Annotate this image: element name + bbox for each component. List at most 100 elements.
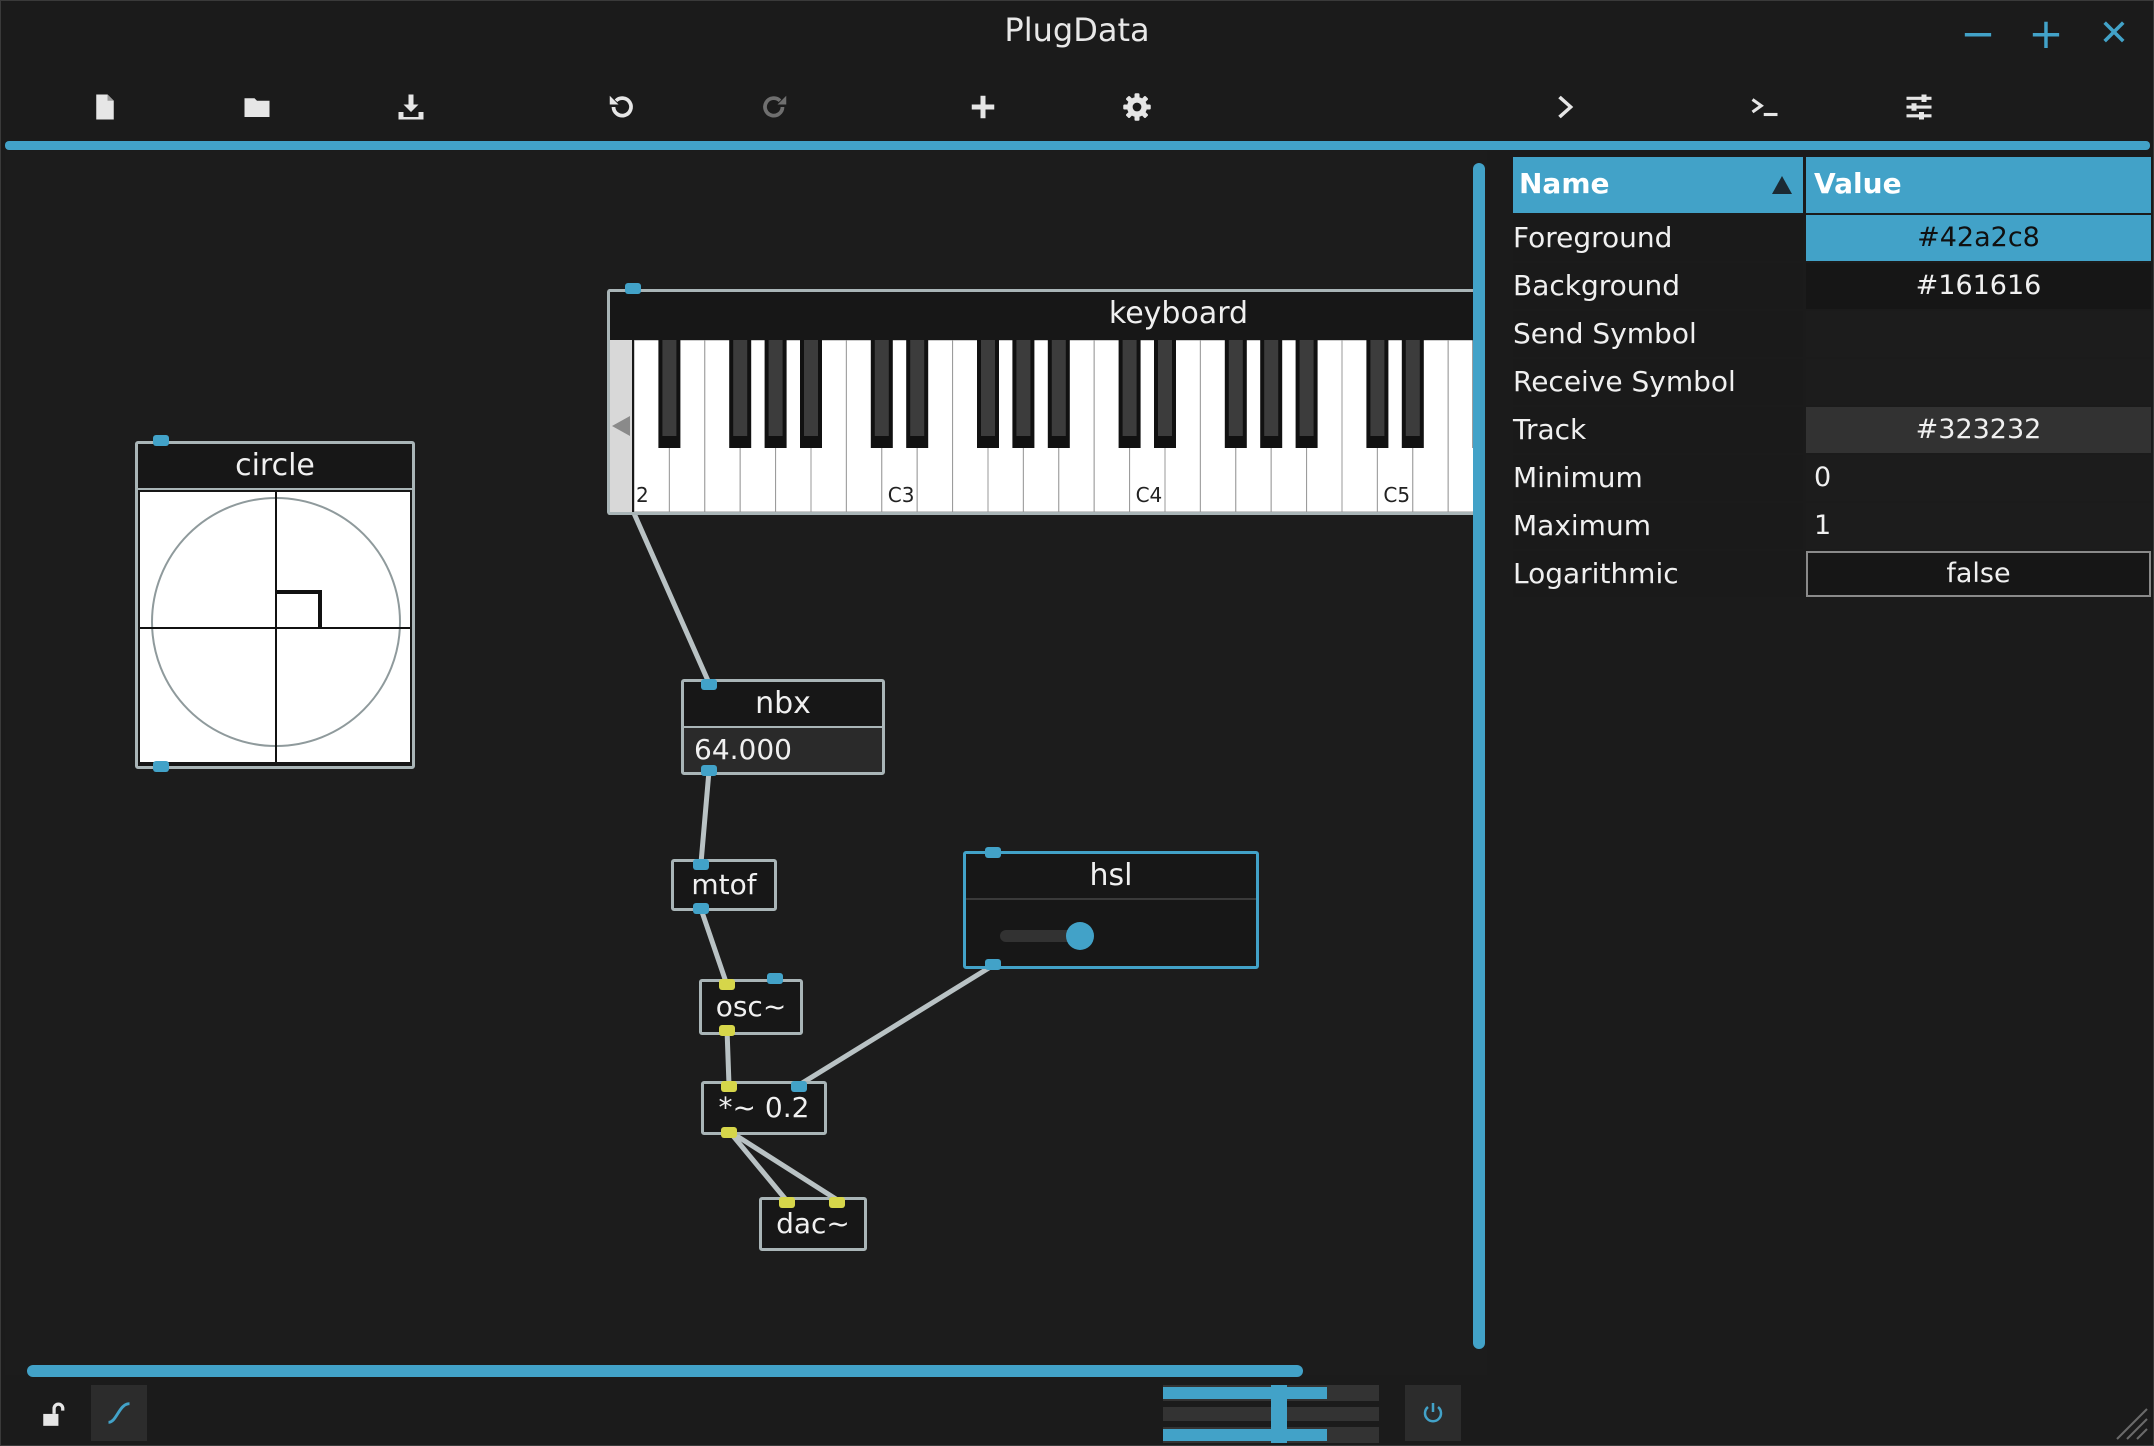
osc-object[interactable]: osc~ bbox=[699, 979, 803, 1035]
property-row-logarithmic[interactable]: Logarithmic false bbox=[1513, 551, 2151, 599]
osc-signal-outlet[interactable] bbox=[719, 1025, 735, 1036]
lock-icon bbox=[43, 1402, 65, 1426]
piano-black-key-shade bbox=[733, 340, 748, 436]
osc-signal-inlet[interactable] bbox=[719, 979, 735, 990]
property-value-color[interactable]: #323232 bbox=[1806, 407, 2151, 453]
property-value-number[interactable]: 0 bbox=[1806, 455, 2151, 501]
keyboard-object[interactable]: keyboard 2 C3 C4 C5 bbox=[607, 289, 1480, 515]
piano-black-key-shade bbox=[1299, 340, 1314, 436]
property-value-toggle[interactable]: false bbox=[1806, 551, 2151, 597]
multiply-object[interactable]: *~ 0.2 bbox=[701, 1081, 827, 1135]
property-name: Receive Symbol bbox=[1513, 359, 1803, 405]
circle-inlet[interactable] bbox=[153, 435, 169, 446]
status-bar bbox=[1, 1381, 2153, 1445]
piano-black-key-shade bbox=[1228, 340, 1243, 436]
property-row-receive-symbol[interactable]: Receive Symbol bbox=[1513, 359, 2151, 407]
property-value-text[interactable] bbox=[1806, 359, 2151, 405]
connection-mul-dac-right bbox=[726, 1128, 842, 1204]
property-name: Logarithmic bbox=[1513, 551, 1803, 597]
keyboard-octave-down-button[interactable] bbox=[610, 340, 632, 512]
lock-button[interactable] bbox=[31, 1393, 75, 1437]
circle-object[interactable]: circle bbox=[135, 441, 415, 769]
circle-title: circle bbox=[138, 444, 412, 490]
property-row-background[interactable]: Background #161616 bbox=[1513, 263, 2151, 311]
property-name: Background bbox=[1513, 263, 1803, 309]
inspector-panel: Name Value Foreground #42a2c8 Background… bbox=[1513, 157, 2151, 617]
hsl-thumb[interactable] bbox=[1066, 922, 1094, 950]
nbx-outlet[interactable] bbox=[701, 765, 717, 776]
nbx-object[interactable]: nbx 64.000 bbox=[681, 679, 885, 775]
minimize-button[interactable]: − bbox=[1953, 9, 2003, 59]
connection-mul-dac-left bbox=[726, 1128, 790, 1204]
sort-ascending-triangle-icon bbox=[1772, 176, 1792, 194]
inspector-header-name-label: Name bbox=[1519, 167, 1610, 200]
console-icon bbox=[1751, 98, 1778, 117]
piano-black-key-shade bbox=[1405, 340, 1420, 436]
hsl-title: hsl bbox=[966, 854, 1256, 900]
plugdata-window: PlugData − + ✕ circle keyboard 2 C3 C4 C… bbox=[0, 0, 2154, 1446]
level-meter-right bbox=[1163, 1429, 1327, 1441]
connection-style-button[interactable] bbox=[91, 1385, 147, 1441]
inspector-button[interactable] bbox=[1891, 79, 1947, 135]
connection-hsl-mul bbox=[796, 963, 995, 1088]
piano-black-key-shade bbox=[874, 340, 889, 436]
keyboard-inlet[interactable] bbox=[625, 283, 641, 294]
multiply-signal-outlet[interactable] bbox=[721, 1127, 737, 1138]
dac-object[interactable]: dac~ bbox=[759, 1197, 867, 1251]
piano-black-key-shade bbox=[1122, 340, 1137, 436]
piano-black-key-shade bbox=[1051, 340, 1066, 436]
canvas-vertical-scrollbar[interactable] bbox=[1473, 163, 1485, 1349]
property-row-foreground[interactable]: Foreground #42a2c8 bbox=[1513, 215, 2151, 263]
canvas-horizontal-scrollbar[interactable] bbox=[27, 1365, 1303, 1377]
multiply-control-inlet[interactable] bbox=[791, 1081, 807, 1092]
dac-right-inlet[interactable] bbox=[829, 1197, 845, 1208]
sidebar-toggle-button[interactable] bbox=[1539, 79, 1595, 135]
property-row-maximum[interactable]: Maximum 1 bbox=[1513, 503, 2151, 551]
console-button[interactable] bbox=[1737, 79, 1793, 135]
maximize-button[interactable]: + bbox=[2021, 9, 2071, 59]
sidebar-toggle-chevron-icon bbox=[1558, 95, 1574, 119]
property-name: Track bbox=[1513, 407, 1803, 453]
property-name: Maximum bbox=[1513, 503, 1803, 549]
piano-black-key-shade bbox=[1158, 340, 1172, 436]
dac-left-inlet[interactable] bbox=[779, 1197, 795, 1208]
circle-outlet[interactable] bbox=[153, 761, 169, 772]
power-icon bbox=[1423, 1403, 1443, 1423]
mtof-object[interactable]: mtof bbox=[671, 859, 777, 911]
connection-osc-mul bbox=[724, 1026, 732, 1088]
piano-black-key-shade bbox=[768, 340, 783, 436]
property-name: Minimum bbox=[1513, 455, 1803, 501]
multiply-signal-inlet[interactable] bbox=[721, 1081, 737, 1092]
dsp-power-button[interactable] bbox=[1405, 1385, 1461, 1441]
osc-phase-inlet[interactable] bbox=[767, 973, 783, 984]
piano-note-label: C3 bbox=[888, 483, 915, 507]
circle-pad[interactable] bbox=[140, 492, 410, 762]
mtof-outlet[interactable] bbox=[693, 903, 709, 914]
hsl-inlet[interactable] bbox=[985, 847, 1001, 858]
hsl-object[interactable]: hsl bbox=[963, 851, 1259, 969]
property-row-send-symbol[interactable]: Send Symbol bbox=[1513, 311, 2151, 359]
property-row-minimum[interactable]: Minimum 0 bbox=[1513, 455, 2151, 503]
property-name: Foreground bbox=[1513, 215, 1803, 261]
property-value-text[interactable] bbox=[1806, 311, 2151, 357]
inspector-header-name[interactable]: Name bbox=[1513, 157, 1803, 213]
piano-black-key-shade bbox=[1016, 340, 1031, 436]
nbx-inlet[interactable] bbox=[701, 679, 717, 690]
level-meter[interactable] bbox=[1163, 1385, 1379, 1443]
property-value-color[interactable]: #161616 bbox=[1806, 263, 2151, 309]
volume-slider-thumb[interactable] bbox=[1271, 1385, 1287, 1443]
inspector-header-value[interactable]: Value bbox=[1806, 157, 2151, 213]
property-row-track[interactable]: Track #323232 bbox=[1513, 407, 2151, 455]
connection-nbx-mtof bbox=[698, 768, 712, 866]
circle-pad-graphic bbox=[140, 492, 410, 762]
close-button[interactable]: ✕ bbox=[2089, 9, 2139, 59]
hsl-outlet[interactable] bbox=[985, 959, 1001, 970]
property-value-color[interactable]: #42a2c8 bbox=[1806, 215, 2151, 261]
resize-grip-icon[interactable] bbox=[2113, 1405, 2149, 1441]
mtof-inlet[interactable] bbox=[693, 859, 709, 870]
piano-note-label: C5 bbox=[1383, 483, 1410, 507]
keyboard-title: keyboard bbox=[1108, 296, 1249, 331]
piano-black-key-shade bbox=[1370, 340, 1385, 436]
piano-keys[interactable]: 2 C3 C4 C5 bbox=[634, 340, 1480, 512]
property-value-number[interactable]: 1 bbox=[1806, 503, 2151, 549]
